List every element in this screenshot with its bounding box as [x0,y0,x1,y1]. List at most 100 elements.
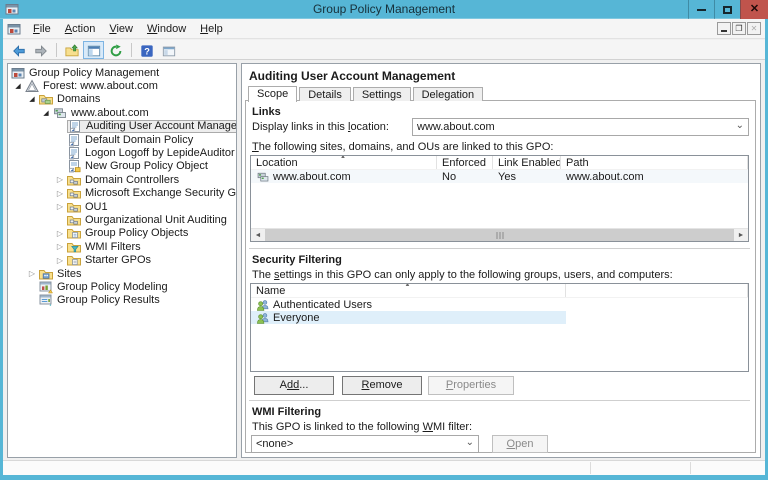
column-header-path[interactable]: Path [561,156,748,169]
back-arrow-icon [12,43,26,57]
tree-collapsed-icon[interactable]: ▷ [53,202,67,211]
workarea: Group Policy Management ◢ Forest: www.abou… [3,61,765,460]
help-icon: ? [140,43,154,57]
security-list-item[interactable]: Authenticated Users [251,298,748,311]
scroll-left-button[interactable]: ◄ [251,229,265,241]
tree-item-label: Domain Controllers [85,173,180,186]
tab-details[interactable]: Details [299,87,351,101]
links-table-rows: www.about.com No Yes www.about.com [251,170,748,183]
cell-value: www.about.com [273,170,351,183]
statusbar [3,460,765,475]
new-window-button[interactable] [158,41,179,59]
security-filtering-label: The settings in this GPO can only apply … [252,269,673,281]
linked-sites-label: The following sites, domains, and OUs ar… [252,141,554,153]
menu-help[interactable]: Help [193,20,230,38]
column-header-location[interactable]: Location ▲ [251,156,437,169]
security-filtering-heading: Security Filtering [252,254,342,266]
tree-item[interactable]: Logon Logoff by LepideAuditor [8,146,236,160]
scrollbar-thumb[interactable] [265,229,734,241]
ou-folder-icon [67,213,81,227]
tree-item[interactable]: ◢ Domains [8,93,236,106]
maximize-button[interactable] [714,0,740,19]
results-icon [39,293,53,307]
tab-scope[interactable]: Scope [248,86,298,102]
tree-item[interactable]: ▷ Sites [8,267,236,280]
tree-item[interactable]: Group Policy Results [8,294,236,307]
tree-item[interactable]: ▷ WMI Filters [8,240,236,253]
child-close-icon: ✕ [750,24,758,33]
tab-settings[interactable]: Settings [352,87,411,101]
tree-item[interactable]: ▷ Domain Controllers [8,173,236,186]
menu-action[interactable]: Action [58,20,103,38]
tree-expanded-icon[interactable]: ◢ [25,95,39,103]
location-dropdown[interactable]: www.about.com ⌄ [412,118,749,136]
forward-arrow-button[interactable] [30,41,51,59]
tree-collapsed-icon[interactable]: ▷ [53,189,67,198]
column-header-link-enabled[interactable]: Link Enabled [493,156,561,169]
up-one-level-button[interactable] [61,41,82,59]
menu-window[interactable]: Window [140,20,193,38]
app-frame: File Action View Window Help ❐ ✕ ? Group Pol… [3,19,765,475]
refresh-button[interactable] [105,41,126,59]
tree-collapsed-icon[interactable]: ▷ [53,175,67,184]
forest-icon [25,79,39,93]
links-table-row[interactable]: www.about.com No Yes www.about.com [251,170,748,183]
security-list-header: Name ▲ [251,284,748,298]
domain-icon [53,106,67,120]
tree-collapsed-icon[interactable]: ▷ [53,229,67,238]
cell-value: No [442,170,457,183]
child-restore-icon: ❐ [735,24,743,33]
tree-item[interactable]: ◢ www.about.com [8,106,236,119]
tree-item[interactable]: ▷ OU1 [8,200,236,213]
tree-item[interactable]: ◢ Forest: www.about.com [8,79,236,93]
tree-expanded-icon[interactable]: ◢ [39,109,53,117]
child-restore-button[interactable]: ❐ [732,22,746,35]
tree-item-label: WMI Filters [85,240,141,253]
window-title: Group Policy Management [312,2,456,16]
forward-arrow-icon [34,43,48,57]
tree-item[interactable]: Group Policy Management [8,66,236,79]
tree-collapsed-icon[interactable]: ▷ [53,256,67,265]
tree-item-label: Sites [57,267,82,280]
gpo-link-icon [67,146,81,160]
tree-collapsed-icon[interactable]: ▷ [25,269,39,278]
add-button[interactable]: Add... [254,376,334,395]
help-button[interactable]: ? [136,41,157,59]
column-header-enforced[interactable]: Enforced [437,156,493,169]
console-tree: Group Policy Management ◢ Forest: www.abou… [7,63,237,458]
wmi-filter-dropdown-value: <none> [256,438,294,450]
tree-item[interactable]: ▷ Starter GPOs [8,253,236,266]
menubar-items: File Action View Window Help [26,20,230,38]
svg-text:?: ? [144,46,150,56]
wmi-filter-dropdown[interactable]: <none> ⌄ [251,435,479,453]
child-minimize-button[interactable] [717,22,731,35]
tree-item[interactable]: Default Domain Policy [8,133,236,147]
back-arrow-button[interactable] [8,41,29,59]
tree-item-label: Starter GPOs [85,254,152,267]
show-console-tree-button[interactable] [83,40,104,59]
close-button[interactable]: ✕ [740,0,768,19]
tree-collapsed-icon[interactable]: ▷ [53,242,67,251]
scroll-right-button[interactable]: ► [734,229,748,241]
cell-value: Yes [498,170,516,183]
tree-item[interactable]: Group Policy Modeling [8,280,236,294]
maximize-icon [723,5,732,14]
minimize-button[interactable] [688,0,714,19]
tree-item[interactable]: Auditing User Account Management [8,119,236,133]
tree-item[interactable]: New Group Policy Object [8,160,236,173]
tab-delegation[interactable]: Delegation [412,87,484,101]
menu-file[interactable]: File [26,20,58,38]
remove-button[interactable]: Remove [342,376,422,395]
gpmc-child-icon [7,22,21,36]
tree-item-label: Group Policy Modeling [57,280,168,293]
menu-view[interactable]: View [102,20,140,38]
tabstrip: Scope Details Settings Delegation [248,86,485,102]
group-policy-management-window: { "titlebar": { "title": "Group Policy M… [0,0,768,480]
section-divider [249,400,750,402]
tree-item[interactable]: Ourganizational Unit Auditing [8,213,236,226]
tree-item[interactable]: ▷ Microsoft Exchange Security Groups [8,187,236,200]
column-header-name[interactable]: Name ▲ [251,284,566,297]
security-list-item[interactable]: Everyone [251,311,748,324]
tree-item[interactable]: ▷ Group Policy Objects [8,227,236,240]
tree-expanded-icon[interactable]: ◢ [11,82,25,90]
